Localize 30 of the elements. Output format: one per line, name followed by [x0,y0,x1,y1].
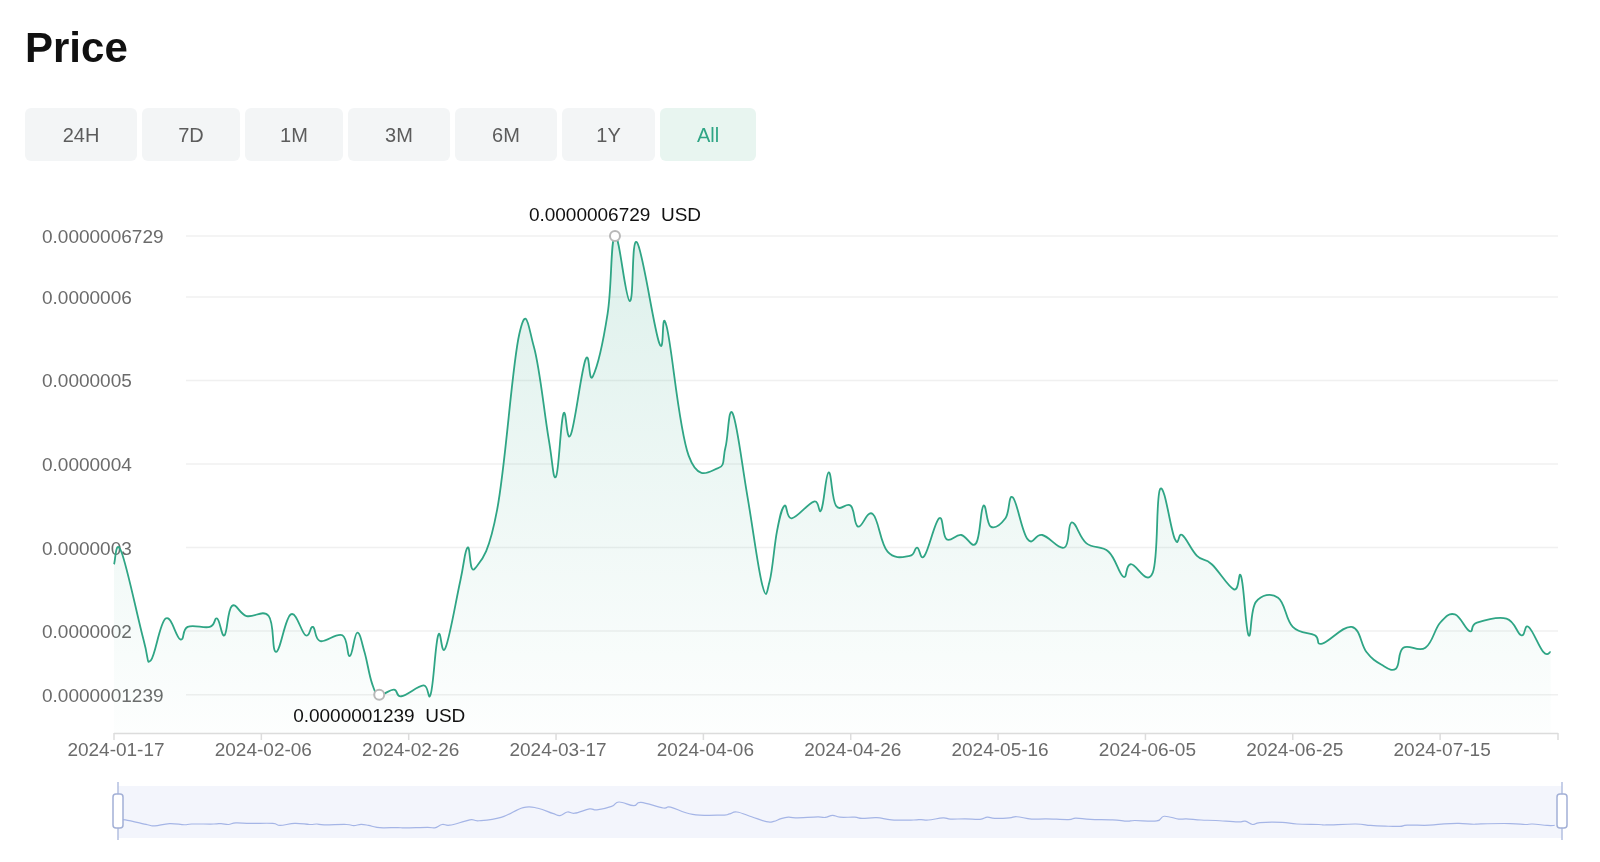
x-axis-label: 2024-07-15 [1393,739,1491,761]
y-axis-label: 0.0000002 [42,621,132,643]
y-axis-label: 0.0000004 [42,454,132,476]
range-tab[interactable]: 1M [245,108,343,162]
price-annotation: 0.0000006729 USD [528,204,702,226]
y-axis-label: 0.0000006729 [42,226,164,248]
x-axis-label: 2024-04-26 [804,739,902,761]
x-axis-label: 2024-05-16 [951,739,1049,761]
slider-handle[interactable] [112,781,124,842]
range-tab[interactable]: 1Y [562,108,655,162]
range-tab[interactable]: 3M [348,108,450,162]
marker-dot [609,230,621,243]
x-axis-label: 2024-02-06 [214,739,312,761]
x-axis-label: 2024-04-06 [656,739,754,761]
x-axis-label: 2024-06-05 [1098,739,1197,761]
x-axis-label: 2024-06-25 [1246,739,1344,761]
y-axis-label: 0.0000006 [42,287,132,309]
y-axis-label: 0.0000005 [42,370,132,392]
slider-handle[interactable] [1556,781,1568,842]
x-axis-label: 2024-02-26 [362,739,460,761]
range-tab[interactable]: 6M [455,108,557,162]
x-axis-label: 2024-03-17 [509,739,607,761]
marker-dot [373,688,386,701]
range-tab[interactable]: 7D [142,108,240,162]
y-axis-label: 0.0000001239 [42,684,164,706]
price-annotation: 0.0000001239 USD [293,704,466,726]
range-tab[interactable]: 24H [25,108,137,162]
y-axis-label: 0.0000003 [42,537,132,559]
x-axis-label: 2024-01-17 [67,739,165,761]
page-title: Price [25,24,129,73]
